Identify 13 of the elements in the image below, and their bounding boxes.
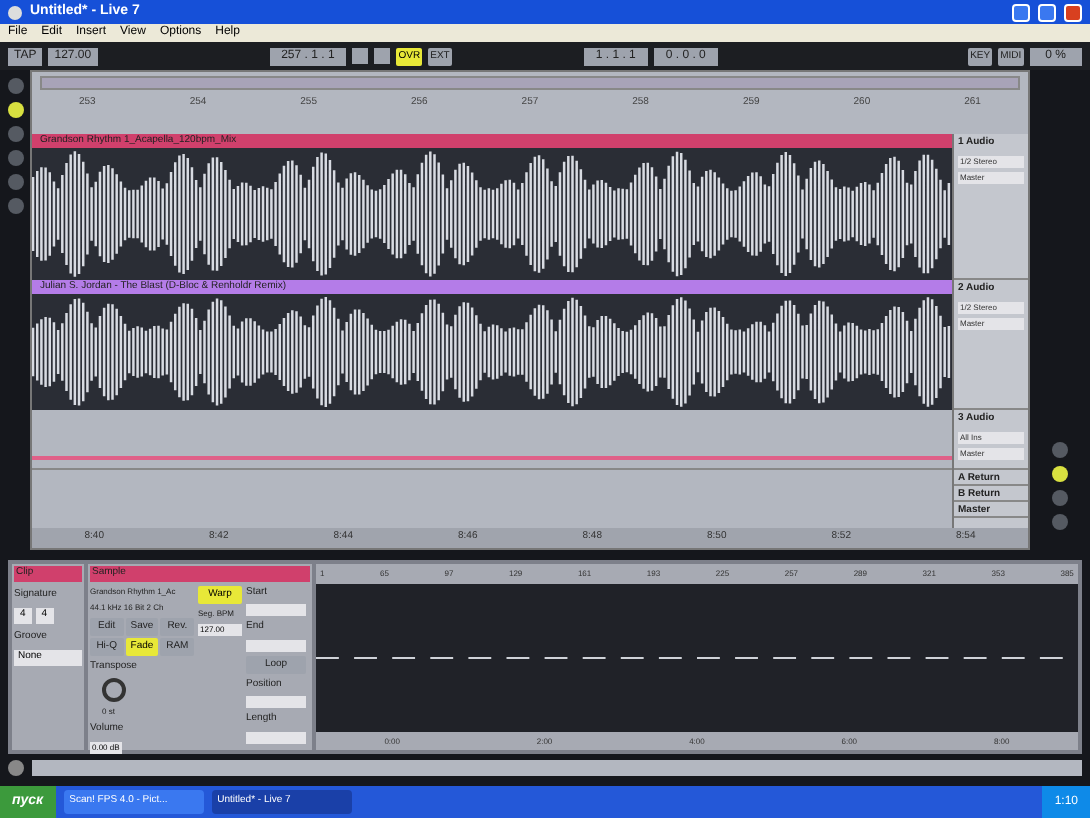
overview-strip[interactable] xyxy=(40,76,1020,90)
stop-button[interactable] xyxy=(374,48,391,64)
length-field[interactable] xyxy=(246,731,306,743)
close-button[interactable] xyxy=(1064,3,1082,21)
play-button[interactable] xyxy=(352,48,369,64)
app-icon xyxy=(8,5,22,19)
position-field[interactable] xyxy=(246,696,306,708)
maximize-button[interactable] xyxy=(1038,3,1056,21)
minimize-button[interactable] xyxy=(1012,3,1030,21)
end-field[interactable] xyxy=(246,639,306,651)
start-field[interactable] xyxy=(246,604,306,616)
status-icon[interactable] xyxy=(8,759,24,775)
transpose-knob[interactable] xyxy=(102,678,126,702)
